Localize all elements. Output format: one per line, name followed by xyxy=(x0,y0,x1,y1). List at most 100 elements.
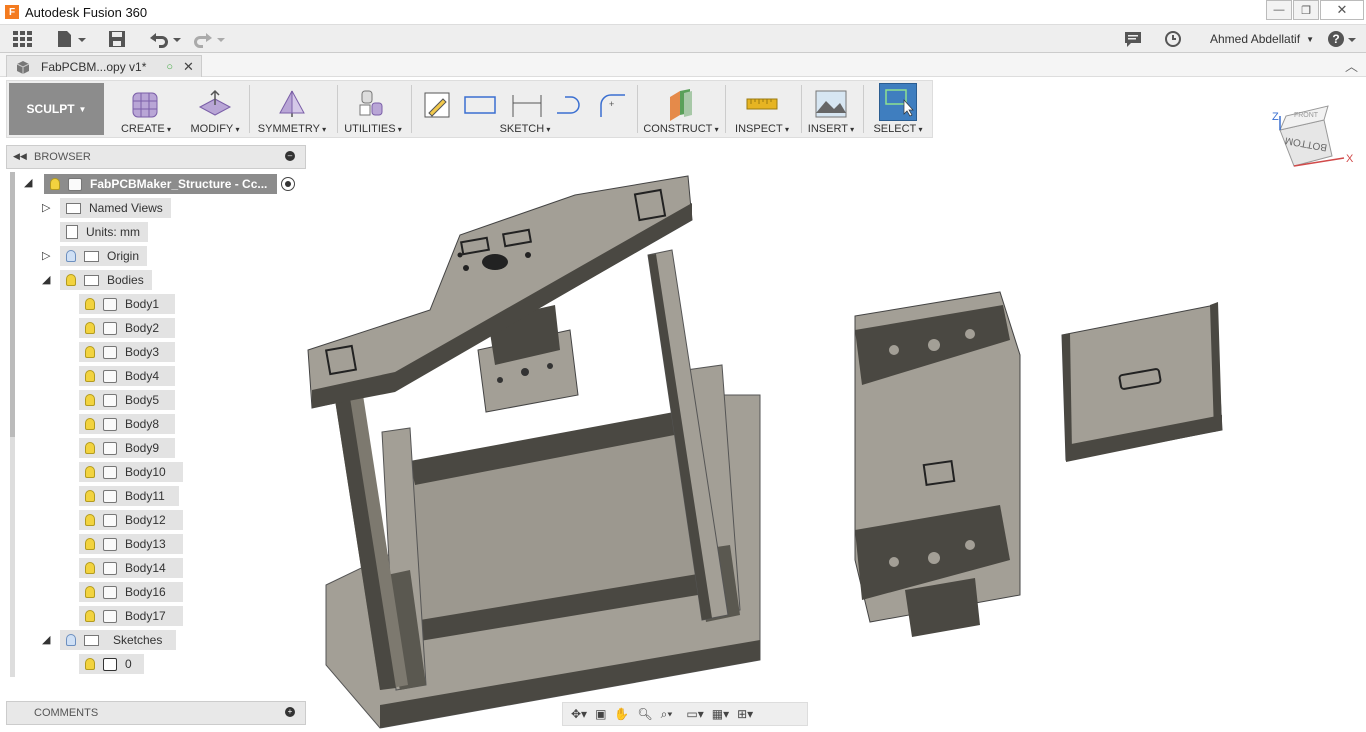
insert-menu-label: INSERT xyxy=(805,123,857,135)
workspace-switcher[interactable]: SCULPT ▼ xyxy=(9,83,104,135)
visibility-bulb-icon[interactable] xyxy=(85,346,95,358)
tree-named-views[interactable]: Named Views xyxy=(60,198,171,218)
saved-status-icon: ○ xyxy=(166,60,174,73)
tree-body-item[interactable]: Body9 xyxy=(79,438,175,458)
tree-body-item[interactable]: Body2 xyxy=(79,318,175,338)
tree-sketch-item[interactable]: 0 xyxy=(79,654,144,674)
expand-triangle-icon[interactable]: ▷ xyxy=(42,201,50,214)
viewcube[interactable]: BOTTOM FRONT Z X xyxy=(1266,100,1362,176)
visibility-bulb-icon[interactable] xyxy=(85,586,95,598)
minus-circle-icon[interactable]: – xyxy=(285,151,295,161)
symmetry-menu[interactable]: SYMMETRY xyxy=(255,83,329,137)
close-window-button[interactable]: ✕ xyxy=(1320,0,1364,20)
dimension-icon[interactable] xyxy=(512,95,542,117)
history-clock-icon[interactable] xyxy=(1164,30,1182,48)
tree-body-item[interactable]: Body1 xyxy=(79,294,175,314)
collapse-triangle-icon[interactable]: ◢ xyxy=(42,273,50,286)
save-icon[interactable] xyxy=(108,30,126,48)
tree-body-item[interactable]: Body10 xyxy=(79,462,183,482)
comments-panel-header[interactable]: COMMENTS + xyxy=(6,701,306,725)
browser-scrollbar[interactable] xyxy=(10,172,15,437)
visibility-bulb-icon[interactable] xyxy=(85,490,95,502)
file-menu-icon[interactable] xyxy=(56,30,88,48)
insert-menu[interactable]: INSERT xyxy=(805,83,857,137)
body-icon xyxy=(103,321,117,335)
app-title: Autodesk Fusion 360 xyxy=(25,4,148,20)
tree-bodies[interactable]: Bodies xyxy=(60,270,152,290)
visibility-bulb-icon[interactable] xyxy=(85,322,95,334)
rectangle-icon[interactable] xyxy=(464,96,496,114)
tree-origin[interactable]: Origin xyxy=(60,246,148,266)
visibility-bulb-icon[interactable] xyxy=(85,514,95,526)
minimize-button[interactable]: — xyxy=(1266,0,1292,20)
visibility-bulb-icon[interactable] xyxy=(85,466,95,478)
visibility-bulb-icon[interactable] xyxy=(85,298,95,310)
tree-body-item[interactable]: Body13 xyxy=(79,534,183,554)
grid-settings-icon[interactable]: ▦▾ xyxy=(712,707,729,721)
tree-sketches[interactable]: Sketches xyxy=(60,630,177,650)
utilities-menu[interactable]: UTILITIES xyxy=(343,83,403,137)
expand-triangle-icon[interactable]: ▷ xyxy=(42,249,50,262)
fillet-icon[interactable]: + xyxy=(600,94,625,117)
user-menu[interactable]: Ahmed Abdellatif ▼ xyxy=(1210,30,1314,48)
visibility-bulb-icon[interactable] xyxy=(85,370,95,382)
tree-body-item[interactable]: Body16 xyxy=(79,582,183,602)
tree-body-item[interactable]: Body3 xyxy=(79,342,175,362)
visibility-bulb-icon[interactable] xyxy=(85,610,95,622)
tree-units[interactable]: Units: mm xyxy=(60,222,148,242)
expand-triangle-icon[interactable]: ◢ xyxy=(24,176,32,189)
sketch-menu[interactable]: + SKETCH xyxy=(417,83,633,137)
plus-circle-icon[interactable]: + xyxy=(285,707,295,717)
inspect-menu[interactable]: INSPECT xyxy=(729,83,795,137)
visibility-bulb-icon[interactable] xyxy=(85,442,95,454)
redo-icon[interactable] xyxy=(192,30,226,48)
help-icon[interactable]: ? xyxy=(1327,30,1359,48)
zoom-icon[interactable]: 🔍︎ xyxy=(637,707,652,721)
browser-panel-header[interactable]: ◀◀ BROWSER – xyxy=(6,145,306,169)
tree-root[interactable]: FabPCBMaker_Structure - Cc... xyxy=(44,174,277,194)
orbit-icon[interactable]: ✥▾ xyxy=(571,707,587,721)
display-settings-icon[interactable]: ▭▾ xyxy=(686,707,703,721)
activate-radio-icon[interactable] xyxy=(281,177,295,191)
restore-button[interactable]: ❐ xyxy=(1293,0,1319,20)
pan-hand-icon[interactable]: ✋ xyxy=(614,707,629,721)
app-grid-icon[interactable] xyxy=(12,30,34,48)
visibility-bulb-icon[interactable] xyxy=(85,562,95,574)
visibility-bulb-icon[interactable] xyxy=(50,178,60,190)
named-views-label: Named Views xyxy=(89,201,163,215)
construct-menu[interactable]: CONSTRUCT xyxy=(641,83,721,137)
visibility-bulb-icon[interactable] xyxy=(66,634,76,646)
tree-body-item[interactable]: Body8 xyxy=(79,414,175,434)
document-settings-icon xyxy=(66,225,78,239)
zoom-window-icon[interactable]: ⌕▾ xyxy=(661,707,673,722)
document-tab[interactable]: FabPCBM...opy v1* ○ ✕ xyxy=(6,55,202,77)
visibility-bulb-icon[interactable] xyxy=(85,658,95,670)
browser-scrollbar-track[interactable] xyxy=(10,437,15,677)
tree-body-item[interactable]: Body14 xyxy=(79,558,183,578)
tree-body-item[interactable]: Body4 xyxy=(79,366,175,386)
collapse-triangle-icon[interactable]: ◢ xyxy=(42,633,50,646)
tree-body-item[interactable]: Body5 xyxy=(79,390,175,410)
select-menu[interactable]: SELECT xyxy=(869,83,927,137)
comment-icon[interactable] xyxy=(1124,30,1142,48)
tree-body-item[interactable]: Body12 xyxy=(79,510,183,530)
visibility-bulb-icon[interactable] xyxy=(66,274,76,286)
fit-point-spline-icon[interactable] xyxy=(557,96,580,114)
viewports-icon[interactable]: ⊞▾ xyxy=(737,707,753,721)
create-sketch-icon[interactable] xyxy=(424,92,450,118)
create-menu[interactable]: CREATE xyxy=(115,83,177,137)
collapse-chevron-icon[interactable]: ︿ xyxy=(1345,56,1358,75)
visibility-bulb-icon[interactable] xyxy=(85,538,95,550)
collapse-panel-icon[interactable]: ◀◀ xyxy=(13,151,27,162)
title-bar: F Autodesk Fusion 360 — ❐ ✕ xyxy=(0,0,1366,24)
tree-body-item[interactable]: Body17 xyxy=(79,606,183,626)
look-at-icon[interactable]: ▣ xyxy=(595,707,606,721)
sketches-label: Sketches xyxy=(113,633,163,647)
close-tab-icon[interactable]: ✕ xyxy=(183,59,194,75)
tree-body-item[interactable]: Body11 xyxy=(79,486,179,506)
visibility-bulb-icon[interactable] xyxy=(85,394,95,406)
undo-icon[interactable] xyxy=(148,30,182,48)
modify-menu[interactable]: MODIFY xyxy=(185,83,245,137)
visibility-bulb-icon[interactable] xyxy=(66,250,76,262)
visibility-bulb-icon[interactable] xyxy=(85,418,95,430)
